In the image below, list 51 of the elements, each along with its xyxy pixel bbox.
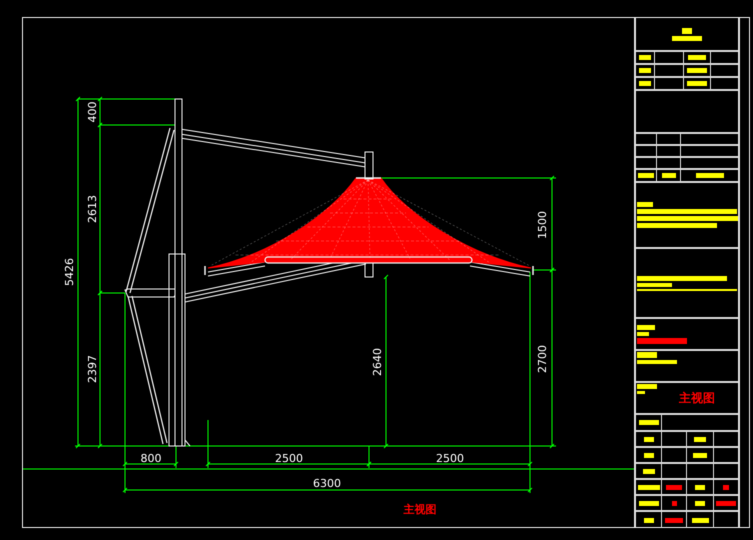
illegible-label (637, 352, 657, 358)
dimension-label: 6300 (313, 477, 341, 490)
illegible-label (695, 484, 705, 490)
dimension-label: 800 (140, 452, 162, 465)
dimension-line (122, 462, 178, 466)
illegible-label (637, 360, 677, 364)
view-title: 主视图 (404, 503, 436, 516)
illegible-label (662, 173, 676, 178)
illegible-label (637, 338, 687, 344)
illegible-label (665, 518, 683, 522)
illegible-label (687, 81, 707, 86)
dimension-label: 2500 (275, 452, 303, 465)
illegible-label (682, 28, 692, 34)
illegible-label (695, 500, 705, 506)
dimension-label: 5426 (63, 258, 76, 286)
illegible-label (637, 282, 672, 286)
illegible-label (637, 324, 655, 330)
dimension-label: 2640 (371, 348, 384, 376)
dimension-label: 2397 (86, 355, 99, 383)
illegible-label (639, 68, 651, 73)
dimension-label: 2700 (536, 345, 549, 373)
illegible-label (672, 500, 676, 506)
illegible-label (637, 384, 657, 389)
illegible-label (666, 484, 682, 490)
illegible-label (638, 500, 658, 506)
illegible-label (637, 332, 649, 336)
illegible-label (644, 452, 654, 458)
illegible-label (639, 55, 651, 60)
illegible-label (692, 518, 708, 522)
illegible-label (637, 202, 653, 207)
illegible-label (687, 68, 707, 73)
illegible-label (694, 436, 706, 442)
illegible-label (639, 81, 651, 86)
illegible-label (642, 468, 654, 474)
illegible-label (693, 452, 707, 458)
illegible-label (638, 420, 658, 425)
illegible-label (638, 484, 660, 490)
illegible-label (723, 484, 729, 490)
illegible-label (716, 500, 736, 506)
drawing-content-title: 主视图 (679, 390, 715, 406)
illegible-label (637, 391, 645, 394)
illegible-label (638, 173, 654, 178)
dimension-label: 2500 (436, 452, 464, 465)
illegible-label (644, 518, 654, 522)
illegible-label (672, 36, 702, 40)
illegible-label (644, 436, 654, 442)
dimension-label: 2613 (86, 195, 99, 223)
illegible-label (688, 55, 706, 60)
dimension-label: 400 (86, 102, 99, 122)
dimension-label: 1500 (536, 211, 549, 239)
illegible-label (696, 173, 724, 178)
